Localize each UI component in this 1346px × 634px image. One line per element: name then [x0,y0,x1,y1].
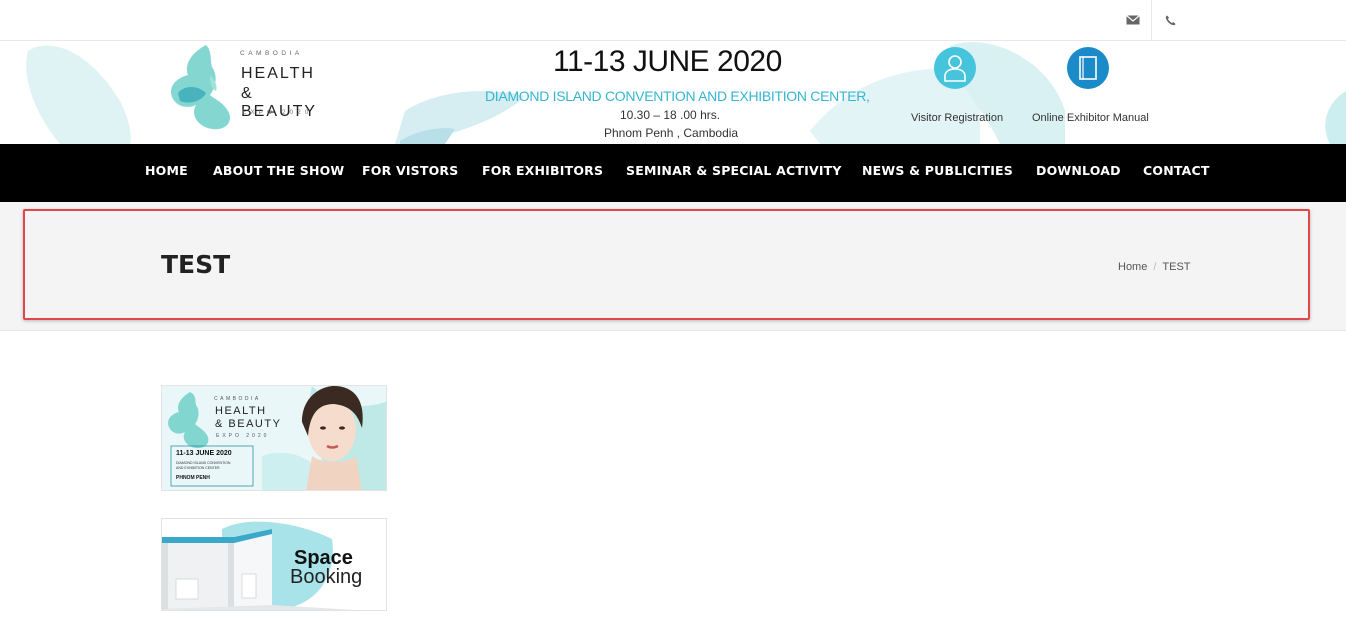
decorative-shape [1325,91,1346,144]
breadcrumb: Home / TEST [1118,261,1191,273]
visitor-registration-label[interactable]: Visitor Registration [911,112,1003,124]
exhibitor-manual-label[interactable]: Online Exhibitor Manual [1032,112,1149,124]
book-icon [1079,56,1097,80]
nav-contact[interactable]: CONTACT [1143,163,1210,178]
banner-venue-1: DIAMOND ISLAND CONVENTION [176,461,231,465]
page-title-band: TEST Home / TEST [0,202,1346,331]
nav-for-visitors[interactable]: FOR VISTORS [362,163,458,178]
nav-home[interactable]: HOME [145,163,188,178]
nav-for-exhibitors[interactable]: FOR EXHIBITORS [482,163,603,178]
logo-line-1: HEALTH [241,65,315,82]
nav-download[interactable]: DOWNLOAD [1036,163,1121,178]
site-header: CAMBODIA HEALTH & BEAUTY EXPO 2020 11-13… [0,41,1346,144]
logo-expo: EXPO 2020 [242,109,313,116]
logo-country: CAMBODIA [240,50,303,57]
nav-about-the-show[interactable]: ABOUT THE SHOW [213,163,344,178]
expo-logo[interactable]: CAMBODIA HEALTH & BEAUTY EXPO 2020 [166,45,336,131]
banner-logo-expo: EXPO 2020 [216,433,270,439]
expo-banner[interactable]: CAMBODIA HEALTH & BEAUTY EXPO 2020 11-13… [161,385,387,491]
logo-face-mark [170,45,231,130]
space-booking-banner[interactable]: Space Booking [161,518,387,611]
banner-city: PHNOM PENH [176,475,210,481]
event-venue: DIAMOND ISLAND CONVENTION AND EXHIBITION… [485,88,870,104]
nav-seminar-special-activity[interactable]: SEMINAR & SPECIAL ACTIVITY [626,163,842,178]
banner-logo-line-1: HEALTH [215,405,267,417]
breadcrumb-current: TEST [1162,261,1191,273]
decorative-shape [26,45,131,144]
visitor-registration-button[interactable] [934,47,976,89]
banner-logo-country: CAMBODIA [214,396,261,402]
breadcrumb-home[interactable]: Home [1118,261,1147,273]
banner-date: 11-13 JUNE 2020 [176,450,232,457]
event-time: 10.30 – 18 .00 hrs. [620,108,721,122]
space-booking-line-2: Booking [290,566,363,588]
banner-logo-line-2: & BEAUTY [215,418,282,430]
top-bar [0,0,1346,41]
nav-news-publicities[interactable]: NEWS & PUBLICITIES [862,163,1013,178]
phone-icon[interactable] [1161,12,1179,28]
event-date: 11-13 JUNE 2020 [553,45,782,78]
decorative-shape [395,91,525,144]
exhibitor-manual-button[interactable] [1067,47,1109,89]
booth-illustration [162,519,386,610]
page-title: TEST [161,250,231,279]
person-icon [944,55,966,82]
event-city: Phnom Penh , Cambodia [604,126,739,140]
envelope-icon[interactable] [1124,12,1142,28]
main-nav: HOME ABOUT THE SHOW FOR VISTORS FOR EXHI… [0,144,1346,202]
banner-venue-2: AND EXHIBITION CENTER [176,466,220,470]
divider [1151,0,1152,40]
breadcrumb-separator: / [1153,261,1157,273]
